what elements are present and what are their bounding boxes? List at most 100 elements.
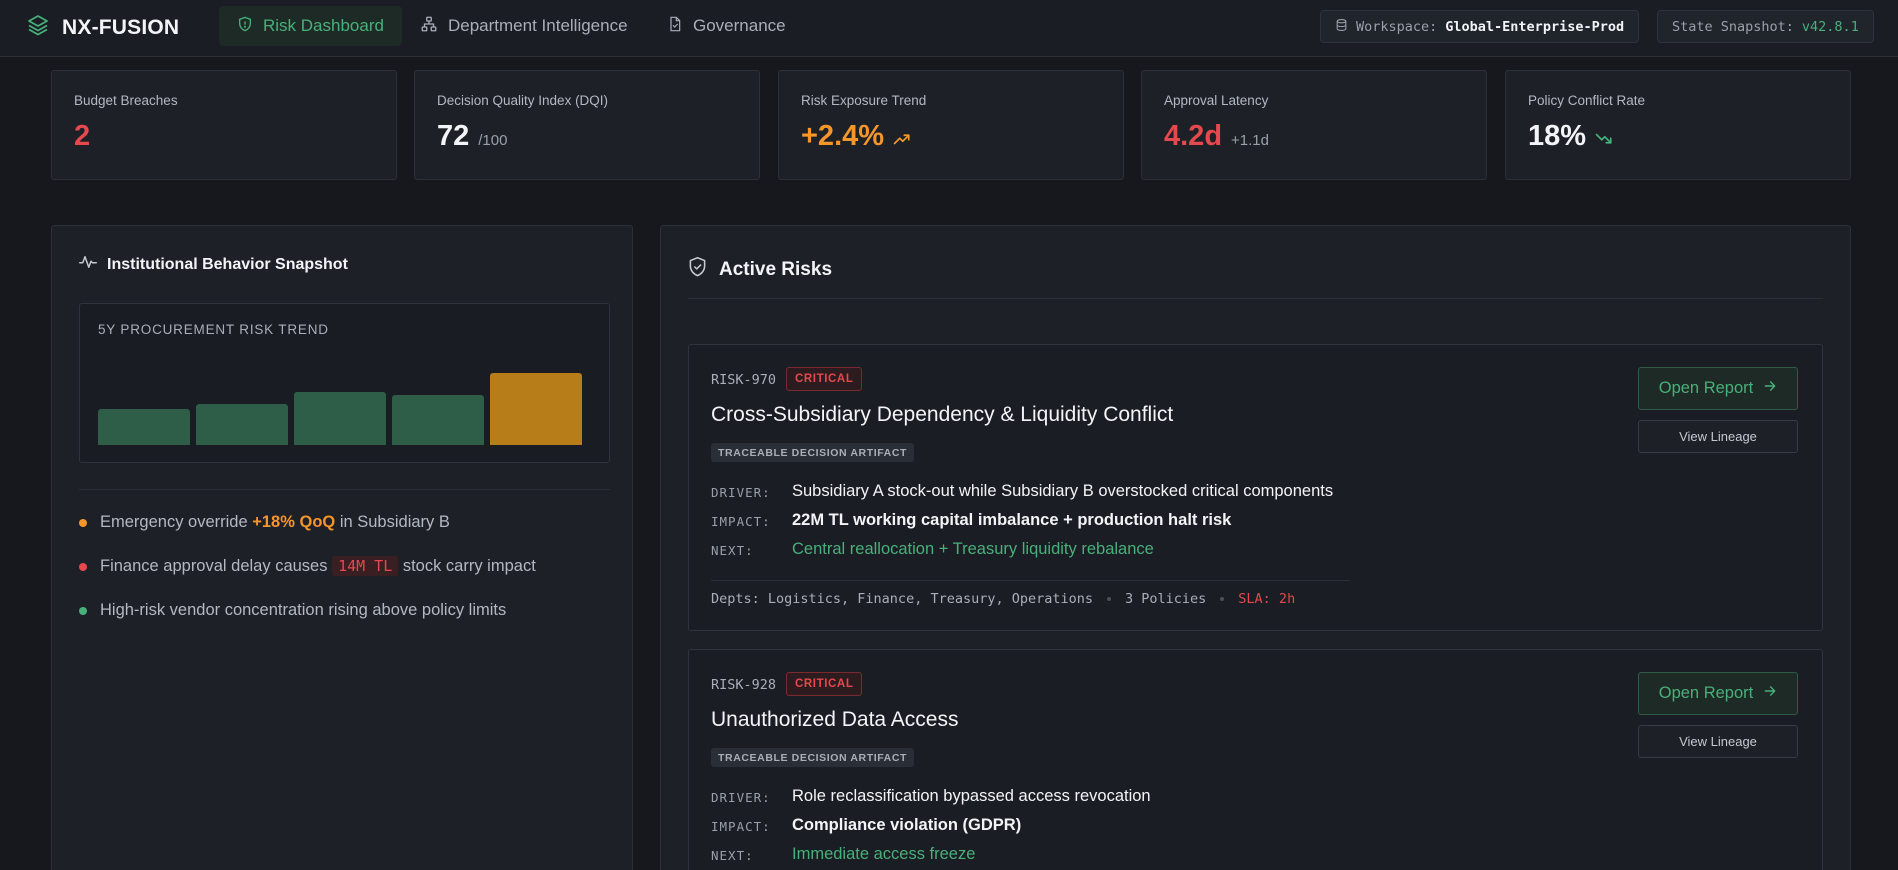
snapshot-title: Institutional Behavior Snapshot: [79, 254, 348, 275]
snapshot-title-text: Institutional Behavior Snapshot: [107, 255, 348, 273]
divider: [711, 580, 1350, 581]
snapshot-label: State Snapshot:: [1672, 18, 1794, 35]
insight-item: High-risk vendor concentration rising ab…: [79, 601, 506, 620]
org-chart-icon: [420, 15, 438, 38]
insight-text: Emergency override +18% QoQ in Subsidiar…: [100, 513, 450, 532]
arrow-right-icon: [1763, 379, 1777, 398]
trend-bar-4: [392, 395, 484, 445]
insight-text-before: Finance approval delay causes: [100, 557, 333, 575]
sla: SLA: 2h: [1238, 591, 1296, 607]
divider: [688, 298, 1823, 299]
nav-department-intelligence[interactable]: Department Intelligence: [402, 6, 646, 46]
activity-pulse-icon: [79, 254, 97, 275]
driver-value: Role reclassification bypassed access re…: [792, 787, 1151, 805]
trend-up-icon: [893, 132, 911, 150]
insight-item: Emergency override +18% QoQ in Subsidiar…: [79, 513, 450, 532]
kpi-budget-breaches: Budget Breaches 2: [51, 70, 397, 180]
insight-text: High-risk vendor concentration rising ab…: [100, 601, 507, 619]
nav-risk-dashboard[interactable]: Risk Dashboard: [219, 6, 402, 46]
next-value: Central reallocation + Treasury liquidit…: [792, 540, 1154, 558]
trend-bar-3: [294, 392, 386, 445]
risk-title[interactable]: Unauthorized Data Access: [711, 708, 958, 732]
kpi-value: 18%: [1528, 120, 1587, 152]
workspace-selector[interactable]: Workspace: Global-Enterprise-Prod: [1320, 10, 1640, 43]
database-icon: [1335, 18, 1348, 36]
view-lineage-button[interactable]: View Lineage: [1638, 725, 1798, 758]
risk-card: RISK-928 CRITICAL Unauthorized Data Acce…: [688, 649, 1823, 870]
kpi-label: Policy Conflict Rate: [1528, 93, 1646, 108]
trend-label: 5Y PROCUREMENT RISK TREND: [98, 322, 329, 337]
open-report-label: Open Report: [1658, 684, 1754, 702]
brand[interactable]: NX-FUSION: [26, 13, 179, 42]
artifact-tag: TRACEABLE DECISION ARTIFACT: [711, 443, 915, 462]
separator-dot: [1107, 597, 1112, 601]
policies-count: 3 Policies: [1125, 591, 1207, 607]
brand-name: NX-FUSION: [62, 15, 180, 39]
impact-key: IMPACT:: [711, 819, 771, 834]
status-dot: [79, 518, 87, 527]
nav-label: Department Intelligence: [448, 16, 628, 35]
view-lineage-button[interactable]: View Lineage: [1638, 420, 1798, 453]
kpi-label: Budget Breaches: [74, 93, 178, 108]
kpi-risk-exposure-trend: Risk Exposure Trend +2.4%: [778, 70, 1124, 180]
state-snapshot-badge: State Snapshot: v42.8.1: [1657, 10, 1874, 43]
kpi-value: 72: [437, 120, 470, 152]
kpi-label: Risk Exposure Trend: [801, 93, 927, 108]
driver-key: DRIVER:: [711, 485, 771, 500]
nav-label: Risk Dashboard: [263, 16, 384, 35]
workspace-label: Workspace:: [1356, 18, 1438, 35]
status-dot: [79, 562, 87, 571]
kpi-policy-conflict-rate: Policy Conflict Rate 18%: [1505, 70, 1851, 180]
severity-badge: CRITICAL: [786, 367, 863, 391]
trend-down-icon: [1595, 132, 1613, 150]
open-report-button[interactable]: Open Report: [1638, 367, 1798, 410]
risk-id: RISK-970: [711, 372, 777, 388]
impact-value: Compliance violation (GDPR): [792, 816, 1022, 834]
risk-title[interactable]: Cross-Subsidiary Dependency & Liquidity …: [711, 403, 1173, 427]
insight-text-after: in Subsidiary B: [335, 513, 450, 531]
kpi-decision-quality-index: Decision Quality Index (DQI) 72 /100: [414, 70, 760, 180]
top-bar: NX-FUSION Risk Dashboard Department Inte…: [0, 0, 1898, 57]
insight-text-before: Emergency override: [100, 513, 253, 531]
kpi-label: Decision Quality Index (DQI): [437, 93, 609, 108]
driver-key: DRIVER:: [711, 790, 771, 805]
next-key: NEXT:: [711, 543, 754, 558]
kpi-value: 2: [74, 120, 91, 152]
active-risks-title-text: Active Risks: [719, 258, 833, 280]
risk-card: RISK-970 CRITICAL Cross-Subsidiary Depen…: [688, 344, 1823, 631]
open-report-label: Open Report: [1658, 379, 1754, 397]
separator-dot: [1220, 597, 1225, 601]
active-risks-panel: Active Risks RISK-970 CRITICAL Cross-Sub…: [660, 225, 1851, 870]
impact-value: 22M TL working capital imbalance + produ…: [792, 511, 1232, 529]
institutional-behavior-panel: Institutional Behavior Snapshot 5Y PROCU…: [51, 225, 633, 870]
nav-governance[interactable]: Governance: [649, 6, 804, 46]
impact-key: IMPACT:: [711, 514, 771, 529]
next-key: NEXT:: [711, 848, 754, 863]
kpi-approval-latency: Approval Latency 4.2d +1.1d: [1141, 70, 1487, 180]
insight-text: Finance approval delay causes 14M TL sto…: [100, 556, 536, 576]
trend-bar-1: [98, 409, 190, 445]
risk-meta: Depts: Logistics, Finance, Treasury, Ope…: [711, 591, 1295, 607]
driver-value: Subsidiary A stock-out while Subsidiary …: [792, 482, 1334, 500]
layers-logo-icon: [26, 13, 50, 42]
kpi-value: +2.4%: [801, 120, 885, 152]
severity-badge: CRITICAL: [786, 672, 863, 696]
departments: Depts: Logistics, Finance, Treasury, Ope…: [711, 591, 1094, 607]
kpi-sub: +1.1d: [1231, 132, 1269, 149]
trend-bar-2: [196, 404, 288, 445]
workspace-value: Global-Enterprise-Prod: [1445, 18, 1625, 35]
insight-item: Finance approval delay causes 14M TL sto…: [79, 556, 536, 576]
open-report-button[interactable]: Open Report: [1638, 672, 1798, 715]
shield-icon: [237, 16, 253, 37]
insight-highlight: 14M TL: [332, 556, 399, 576]
status-dot: [79, 606, 87, 615]
kpi-value: 4.2d: [1164, 120, 1223, 152]
divider: [79, 489, 610, 490]
next-value: Immediate access freeze: [792, 845, 976, 863]
artifact-tag: TRACEABLE DECISION ARTIFACT: [711, 748, 915, 767]
risk-id: RISK-928: [711, 677, 777, 693]
active-risks-title: Active Risks: [688, 256, 832, 283]
insight-highlight: +18% QoQ: [252, 513, 336, 531]
shield-check-icon: [688, 256, 707, 283]
arrow-right-icon: [1763, 684, 1777, 703]
